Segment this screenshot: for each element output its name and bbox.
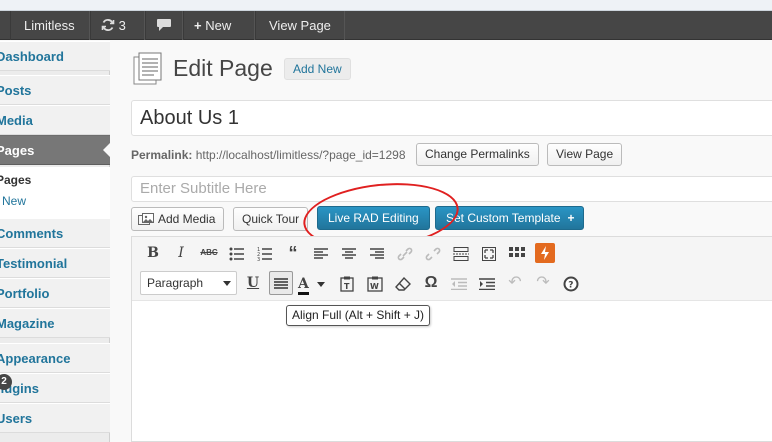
content-editor[interactable]: B I ABC 123 “ Paragraph U A T W Ω ↶ ↷ ?	[131, 236, 772, 442]
sidebar-item-appearance[interactable]: Appearance	[0, 343, 110, 373]
svg-text:3: 3	[257, 257, 260, 261]
strikethrough-icon[interactable]: ABC	[198, 242, 220, 264]
redo-icon[interactable]: ↷	[532, 272, 554, 294]
sidebar-item-label: Users	[0, 411, 33, 426]
view-page-button[interactable]: View Page	[547, 143, 623, 166]
view-page-label: View Page	[269, 18, 331, 33]
format-select-value: Paragraph	[147, 276, 204, 290]
align-right-icon[interactable]	[366, 242, 388, 264]
new-content-link[interactable]: + New	[183, 11, 255, 40]
lightning-plugin-icon[interactable]	[535, 243, 555, 263]
new-label: New	[205, 18, 232, 33]
indent-icon[interactable]	[476, 272, 498, 294]
sidebar-item-plugins[interactable]: Plugins2	[0, 373, 110, 403]
site-name: Limitless	[24, 18, 75, 33]
view-page-link[interactable]: View Page	[255, 11, 345, 40]
align-left-icon[interactable]	[310, 242, 332, 264]
permalink-url[interactable]: http://localhost/limitless/?page_id=1298	[196, 148, 406, 162]
svg-text:?: ?	[568, 281, 573, 291]
comment-bubble-icon	[156, 18, 172, 33]
refresh-icon	[101, 18, 119, 33]
plus-icon: +	[194, 18, 202, 33]
numbered-list-icon[interactable]: 123	[254, 242, 276, 264]
permalink-label: Permalink:	[131, 148, 193, 162]
custom-template-label: Set Custom Template	[446, 211, 561, 225]
align-full-tooltip: Align Full (Alt + Shift + J)	[286, 305, 431, 326]
site-name-link[interactable]: Limitless	[10, 11, 90, 40]
sidebar-item-testimonial[interactable]: Testimonial	[0, 248, 110, 278]
media-icon	[138, 212, 154, 234]
updates-link[interactable]: 3	[90, 11, 145, 40]
help-icon[interactable]: ?	[560, 272, 582, 294]
sidebar-item-label: Portfolio	[0, 286, 50, 301]
sidebar-item-portfolio[interactable]: Portfolio	[0, 278, 110, 308]
svg-text:W: W	[370, 282, 379, 291]
sidebar-item-users[interactable]: Users	[0, 403, 110, 433]
paste-word-icon[interactable]: W	[364, 272, 386, 294]
change-permalinks-button[interactable]: Change Permalinks	[416, 143, 539, 166]
sidebar-item-comments[interactable]: Comments	[0, 218, 110, 248]
omega-icon[interactable]: Ω	[420, 272, 442, 294]
read-more-icon[interactable]	[450, 242, 472, 264]
add-media-button[interactable]: Add Media	[131, 207, 225, 234]
submenu-item-pages[interactable]: Pages	[0, 170, 31, 190]
eraser-icon[interactable]	[392, 272, 414, 294]
submenu-item-new[interactable]: New	[2, 191, 26, 211]
pages-icon	[132, 52, 164, 86]
align-full-icon[interactable]	[269, 271, 293, 295]
text-color-icon[interactable]: A	[298, 272, 334, 295]
svg-text:T: T	[344, 282, 350, 291]
pages-submenu: Pages New	[0, 167, 110, 219]
underline-icon[interactable]: U	[242, 272, 264, 294]
sidebar-item-label: Dashboard	[0, 49, 64, 64]
sidebar-item-dashboard[interactable]: Dashboard	[0, 41, 110, 71]
bullet-list-icon[interactable]	[226, 242, 248, 264]
outdent-icon[interactable]	[448, 272, 470, 294]
blockquote-icon[interactable]: “	[282, 242, 304, 264]
italic-icon[interactable]: I	[170, 242, 192, 264]
sidebar-item-label: Magazine	[0, 316, 55, 331]
add-new-button[interactable]: Add New	[284, 58, 351, 80]
sidebar-item-label: Media	[0, 113, 33, 128]
sidebar-item-label: Appearance	[0, 351, 71, 366]
sidebar-item-label: Testimonial	[0, 256, 68, 271]
admin-bar: Limitless 3 + New View Page	[0, 0, 772, 40]
updates-count: 3	[118, 18, 126, 33]
paste-text-icon[interactable]: T	[336, 272, 358, 294]
quick-tour-button[interactable]: Quick Tour	[233, 207, 309, 231]
page-title: Edit Page	[173, 55, 273, 81]
fullscreen-icon[interactable]	[478, 242, 500, 264]
sidebar-item-posts[interactable]: Posts	[0, 75, 110, 105]
post-title-input[interactable]: About Us 1	[131, 100, 772, 136]
sidebar-item-label: Comments	[0, 226, 64, 241]
chevron-down-icon	[223, 281, 231, 286]
sidebar-item-label: Posts	[0, 83, 32, 98]
undo-icon[interactable]: ↶	[504, 272, 526, 294]
insert-link-icon[interactable]	[394, 242, 416, 264]
sidebar-item-media[interactable]: Media	[0, 105, 110, 135]
plus-icon: +	[567, 211, 575, 225]
comments-link[interactable]	[145, 11, 183, 40]
unlink-icon[interactable]	[422, 242, 444, 264]
add-media-label: Add Media	[158, 212, 216, 226]
permalink-row: Permalink: http://localhost/limitless/?p…	[131, 146, 406, 164]
editor-toolbar: B I ABC 123 “ Paragraph U A T W Ω ↶ ↷ ?	[132, 237, 772, 301]
align-center-icon[interactable]	[338, 242, 360, 264]
sidebar-item-label: Pages	[0, 143, 35, 158]
admin-sidebar: Dashboard Posts Media Pages Pages New Co…	[0, 41, 111, 442]
kitchen-sink-icon[interactable]	[506, 242, 528, 264]
sidebar-item-magazine[interactable]: Magazine	[0, 308, 110, 338]
browser-strip	[0, 0, 772, 11]
sidebar-item-pages[interactable]: Pages	[0, 135, 111, 165]
format-select[interactable]: Paragraph	[140, 271, 237, 295]
bold-icon[interactable]: B	[142, 242, 164, 264]
